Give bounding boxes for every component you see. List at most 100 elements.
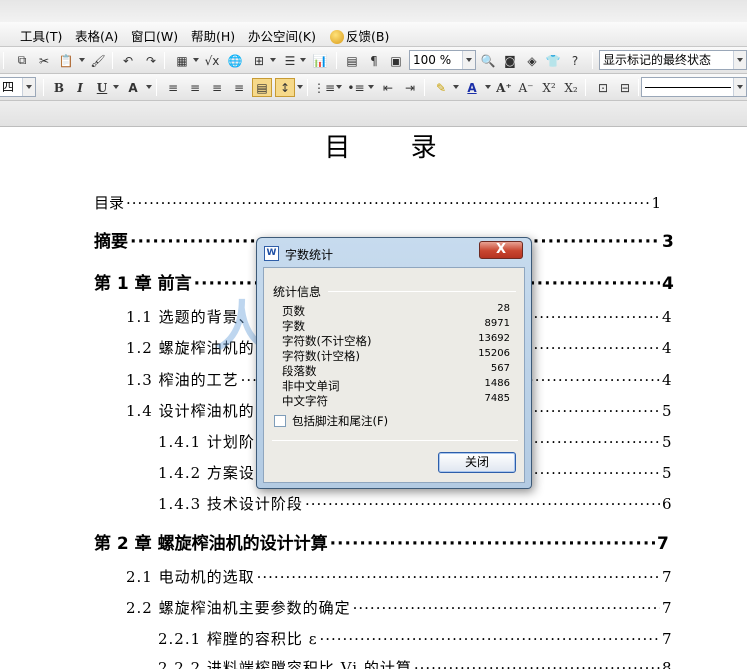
align-right-icon[interactable]: ≡: [207, 78, 227, 97]
menu-tools[interactable]: 工具(T): [20, 26, 62, 45]
line-spacing-dropdown-icon[interactable]: [297, 85, 303, 89]
hyperlink-globe-icon[interactable]: 🌐: [225, 51, 245, 70]
line-spacing-icon[interactable]: ↕: [275, 78, 295, 97]
toc-entry-page: 4: [662, 274, 674, 294]
superscript-icon[interactable]: X²: [539, 78, 559, 97]
chart-icon[interactable]: 📊: [310, 51, 330, 70]
decrease-indent-icon[interactable]: ⇤: [378, 78, 398, 97]
toc-entry-text: 2.1 电动机的选取: [126, 568, 255, 586]
font-size-dropdown-icon[interactable]: [22, 78, 35, 96]
wps-d-icon[interactable]: ◙: [500, 51, 520, 70]
find-icon[interactable]: 🔍: [478, 51, 498, 70]
table-icon[interactable]: ⊞: [249, 51, 269, 70]
cut-icon[interactable]: ✂: [34, 51, 54, 70]
help-icon[interactable]: ?: [565, 51, 585, 70]
dialog-close-button[interactable]: X: [479, 241, 523, 259]
font-color-icon[interactable]: A: [462, 78, 482, 97]
stat-value: 567: [490, 363, 510, 374]
include-footnotes-checkbox[interactable]: [274, 415, 286, 427]
copy-icon[interactable]: ⧉: [12, 51, 32, 70]
increase-indent-icon[interactable]: ⇥: [400, 78, 420, 97]
track-changes-dropdown-icon[interactable]: [733, 51, 746, 69]
toolbar-separator: [164, 52, 165, 69]
bold-icon[interactable]: B: [49, 78, 69, 97]
stat-value: 28: [497, 303, 510, 314]
align-left-icon[interactable]: ≡: [163, 78, 183, 97]
highlight-icon[interactable]: ✎: [431, 78, 451, 97]
include-footnotes-checkbox-row[interactable]: 包括脚注和尾注(F): [274, 413, 388, 429]
insert-table-dropdown-icon[interactable]: [193, 58, 199, 62]
toc-entry[interactable]: 目录 ·····································…: [94, 192, 661, 213]
underline-icon[interactable]: U: [92, 78, 112, 97]
toolbar-separator: [424, 79, 425, 96]
font-size-select[interactable]: 四: [0, 77, 36, 97]
numbering-icon[interactable]: ⋮≡: [313, 78, 335, 97]
toc-entry[interactable]: 2.2.1 榨膛的容积比 ε ·························…: [158, 628, 672, 649]
toc-entry[interactable]: 2.2 螺旋榨油机主要参数的确定 ·······················…: [126, 597, 672, 618]
line-style-dropdown-icon[interactable]: [733, 78, 746, 96]
material-icon[interactable]: ◈: [522, 51, 542, 70]
formatting-toolbar: 四 B I U A ≡ ≡ ≡ ≡ ▤ ↕ ⋮≡ •≡ ⇤ ⇥ ✎ A A⁺ A…: [0, 74, 747, 101]
toc-entry[interactable]: 1.4.3 技术设计阶段 ···························…: [158, 493, 672, 514]
toc-entry-page: 4: [662, 371, 673, 389]
toolbar-separator: [112, 52, 113, 69]
numbering-dropdown-icon[interactable]: [336, 85, 342, 89]
shrink-font-icon[interactable]: A⁻: [516, 78, 536, 97]
formula-icon[interactable]: √x: [202, 51, 222, 70]
toolbar-gap-strip: [0, 101, 747, 127]
text-box-icon[interactable]: ⊡: [593, 78, 613, 97]
page-title: 目 录: [324, 133, 463, 163]
bullets-dropdown-icon[interactable]: [368, 85, 374, 89]
insert-table-icon[interactable]: ▦: [172, 51, 192, 70]
show-marks-icon[interactable]: ¶: [364, 51, 384, 70]
undo-icon[interactable]: ↶: [118, 51, 138, 70]
stat-value: 1486: [484, 378, 510, 389]
toc-entry-text: 2.2 螺旋榨油机主要参数的确定: [126, 599, 351, 617]
columns-dropdown-icon[interactable]: [300, 58, 306, 62]
font-color-dropdown-icon[interactable]: [485, 85, 491, 89]
character-shading-icon[interactable]: A: [123, 78, 143, 97]
zoom-dropdown-icon[interactable]: [462, 51, 475, 69]
dialog-titlebar[interactable]: W 字数统计 X: [257, 238, 531, 268]
track-changes-display-select[interactable]: 显示标记的最终状态: [599, 50, 747, 70]
toc-entry[interactable]: 2.1 电动机的选取 ·····························…: [126, 566, 672, 587]
toc-entry[interactable]: 2.2.2 进料端榨膛容积比 Vi 的计算 ··················…: [158, 657, 672, 669]
table-dropdown-icon[interactable]: [270, 58, 276, 62]
stat-label: 中文字符: [282, 394, 328, 408]
distributed-align-icon[interactable]: ▤: [252, 78, 272, 97]
italic-icon[interactable]: I: [70, 78, 90, 97]
menu-office-space[interactable]: 办公空间(K): [248, 26, 316, 45]
align-center-icon[interactable]: ≡: [185, 78, 205, 97]
underline-dropdown-icon[interactable]: [113, 85, 119, 89]
bullets-icon[interactable]: •≡: [346, 78, 366, 97]
menu-window[interactable]: 窗口(W): [131, 26, 178, 45]
stat-label: 页数: [282, 304, 305, 318]
menu-table[interactable]: 表格(A): [75, 26, 118, 45]
redo-icon[interactable]: ↷: [141, 51, 161, 70]
dialog-body: 统计信息 页数 28 字数 8971 字符数(不计空格) 13692 字符数(计…: [263, 267, 525, 483]
format-painter-icon[interactable]: 🖌: [88, 51, 108, 70]
paste-icon[interactable]: 📋: [56, 51, 76, 70]
fit-page-icon[interactable]: ▣: [386, 51, 406, 70]
subscript-icon[interactable]: X₂: [561, 78, 581, 97]
toc-entry-text: 1.4 设计榨油机的: [126, 402, 255, 420]
columns-icon[interactable]: ☰: [280, 51, 300, 70]
paste-dropdown-icon[interactable]: [79, 58, 85, 62]
document-map-icon[interactable]: ▤: [342, 51, 362, 70]
toc-entry-page: 7: [662, 568, 673, 586]
word-count-dialog: W 字数统计 X 统计信息 页数 28 字数 8971 字符数(不计空格) 13…: [256, 237, 532, 489]
close-button[interactable]: 关闭: [438, 452, 516, 473]
toc-entry-page: 7: [662, 630, 673, 648]
character-dropdown-icon[interactable]: [146, 85, 152, 89]
shirt-icon[interactable]: 👕: [543, 51, 563, 70]
toc-entry-page: 8: [662, 659, 673, 669]
grow-font-icon[interactable]: A⁺: [494, 78, 514, 97]
borders-icon[interactable]: ⊟: [615, 78, 635, 97]
line-style-select[interactable]: [641, 77, 747, 97]
toc-entry[interactable]: 第 2 章 螺旋榨油机的设计计算 ·······················…: [94, 529, 669, 554]
justify-icon[interactable]: ≡: [229, 78, 249, 97]
menu-help[interactable]: 帮助(H): [191, 26, 235, 45]
zoom-select[interactable]: 100 %: [409, 50, 476, 70]
highlight-dropdown-icon[interactable]: [453, 85, 459, 89]
menu-feedback[interactable]: 反馈(B): [330, 26, 389, 45]
